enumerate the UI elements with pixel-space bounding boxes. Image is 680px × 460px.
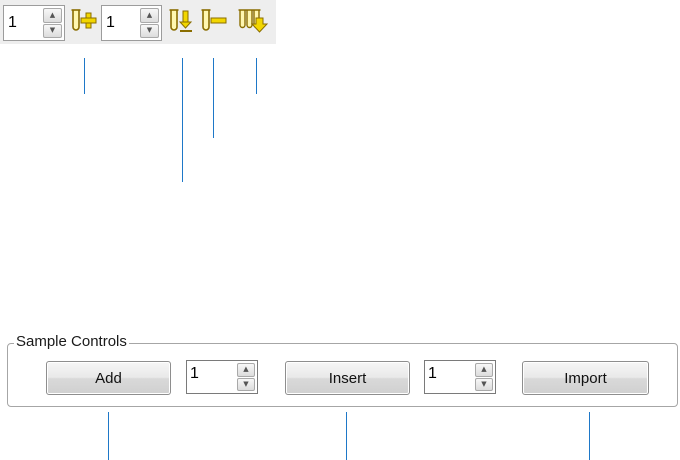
tube-add-icon (71, 9, 97, 31)
chevron-up-icon: ▲ (146, 10, 153, 19)
add-count-spinbox-group[interactable]: 1 ▲ ▼ (186, 360, 258, 394)
sample-toolbar: 1 ▲ ▼ 1 ▲ ▼ (0, 0, 276, 44)
screenshot-stage: 1 ▲ ▼ 1 ▲ ▼ Sample Controls Add 1 ▲ ▼ In… (0, 0, 680, 460)
insert-count-group-down-button[interactable]: ▼ (475, 377, 493, 391)
tubes-import-icon (238, 9, 269, 33)
insert-count-value[interactable]: 1 (106, 14, 115, 32)
add-icon-callout-line (84, 58, 85, 94)
insert-button[interactable]: Insert (285, 361, 410, 395)
chevron-up-icon: ▲ (49, 10, 56, 19)
insert-count-arrows: ▲ ▼ (140, 8, 159, 38)
sample-controls-title: Sample Controls (14, 333, 129, 351)
add-count-arrows: ▲ ▼ (43, 8, 62, 38)
import-button-callout-line (589, 412, 590, 460)
add-count-group-up-button[interactable]: ▲ (237, 363, 255, 377)
remove-icon-callout-line (213, 58, 214, 138)
insert-count-group-arrows: ▲ ▼ (475, 363, 493, 391)
tube-insert-button[interactable] (166, 8, 196, 34)
chevron-down-icon: ▼ (146, 26, 153, 35)
add-count-group-arrows: ▲ ▼ (237, 363, 255, 391)
add-button[interactable]: Add (46, 361, 171, 395)
insert-count-spinbox-group[interactable]: 1 ▲ ▼ (424, 360, 496, 394)
insert-button-callout-line (346, 412, 347, 460)
import-button[interactable]: Import (522, 361, 649, 395)
chevron-down-icon: ▼ (481, 379, 487, 388)
add-count-group-value[interactable]: 1 (190, 365, 199, 383)
add-count-value[interactable]: 1 (8, 14, 17, 32)
insert-count-group-up-button[interactable]: ▲ (475, 363, 493, 377)
insert-button-label: Insert (328, 369, 367, 387)
insert-count-spinbox[interactable]: 1 ▲ ▼ (101, 5, 162, 41)
insert-count-group-value[interactable]: 1 (428, 365, 437, 383)
chevron-down-icon: ▼ (49, 26, 56, 35)
chevron-up-icon: ▲ (481, 365, 487, 374)
add-button-callout-line (108, 412, 109, 460)
add-count-down-button[interactable]: ▼ (43, 23, 62, 38)
tube-remove-icon (201, 9, 227, 31)
chevron-up-icon: ▲ (243, 365, 249, 374)
tubes-import-button[interactable] (236, 8, 270, 34)
insert-count-up-button[interactable]: ▲ (140, 8, 159, 23)
tube-insert-icon (169, 9, 193, 32)
add-count-spinbox[interactable]: 1 ▲ ▼ (3, 5, 65, 41)
chevron-down-icon: ▼ (243, 379, 249, 388)
import-icon-callout-line (256, 58, 257, 94)
tube-remove-button[interactable] (198, 8, 230, 34)
insert-count-down-button[interactable]: ▼ (140, 23, 159, 38)
add-count-up-button[interactable]: ▲ (43, 8, 62, 23)
tube-add-button[interactable] (68, 8, 100, 34)
add-button-label: Add (95, 369, 122, 387)
import-button-label: Import (564, 369, 607, 387)
add-count-group-down-button[interactable]: ▼ (237, 377, 255, 391)
insert-icon-callout-line (182, 58, 183, 182)
